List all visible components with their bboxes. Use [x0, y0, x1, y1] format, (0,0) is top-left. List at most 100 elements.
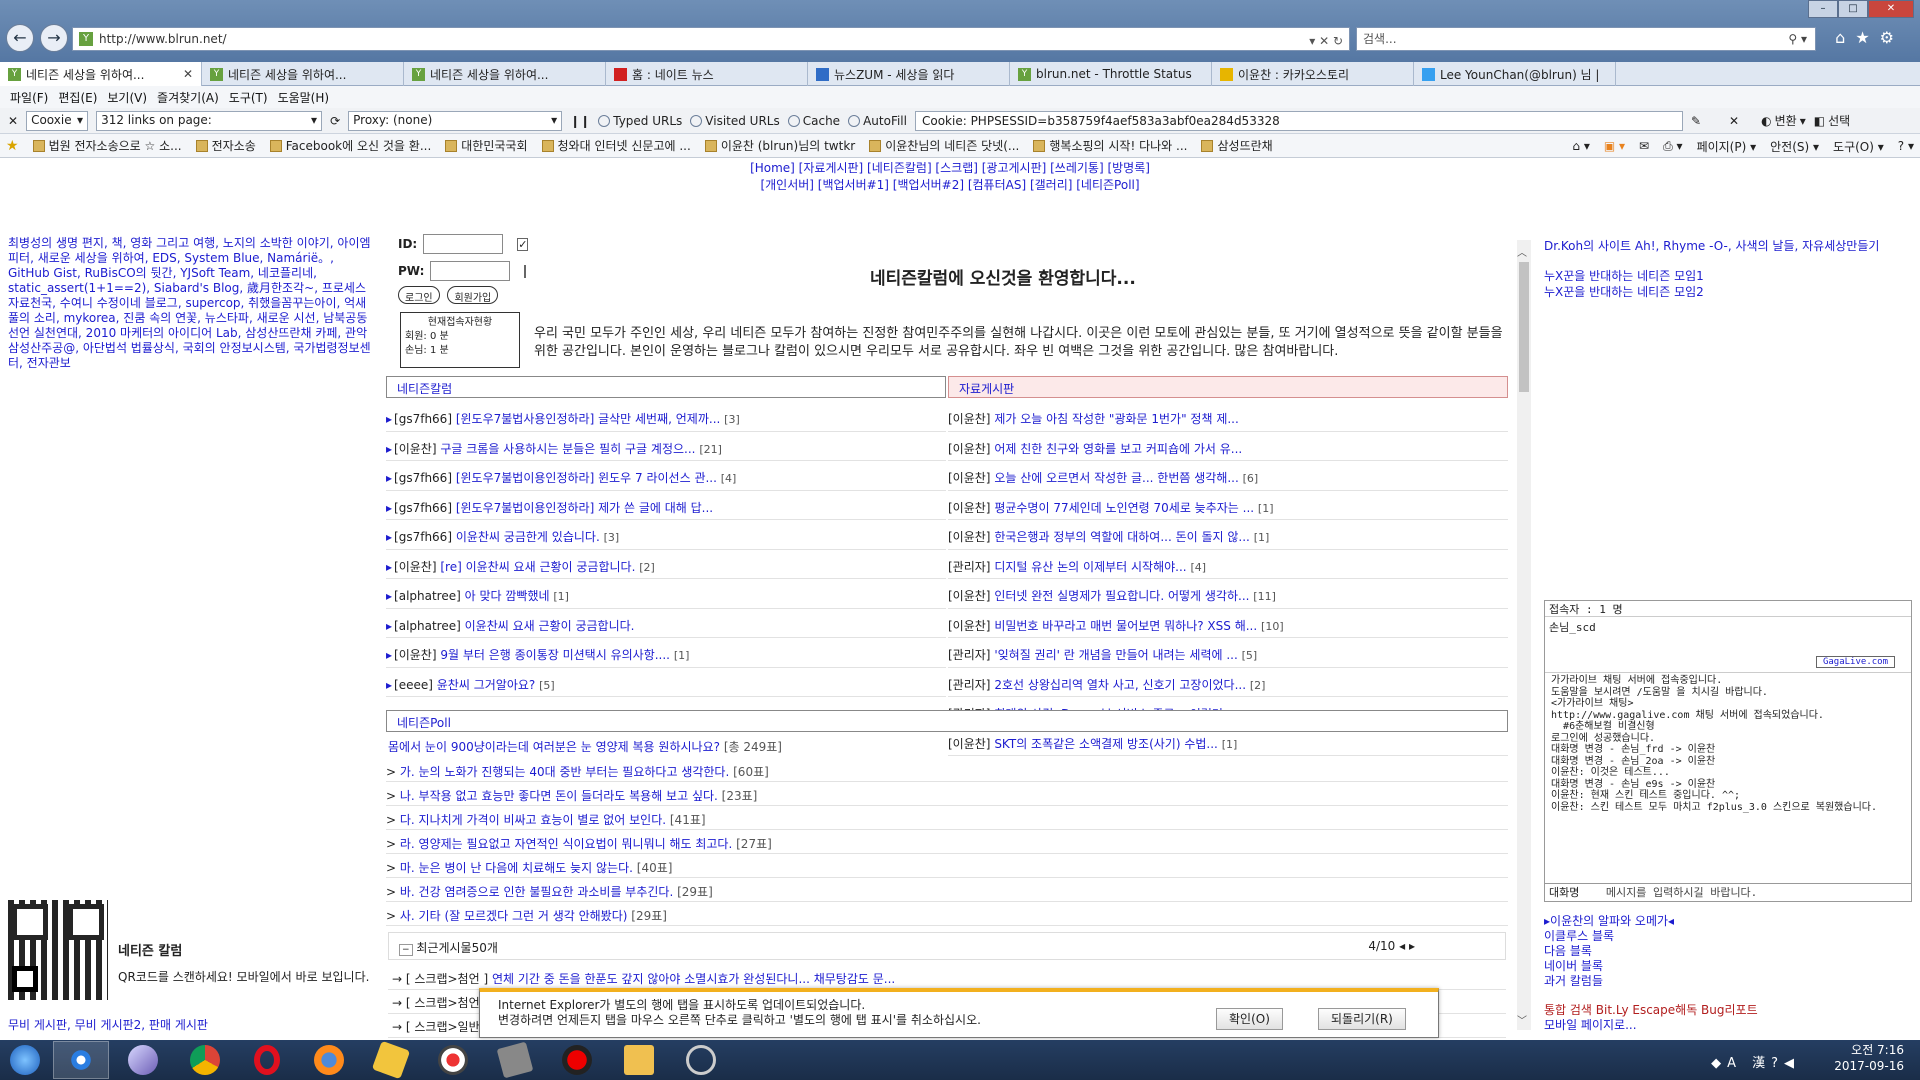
clock[interactable]: 오전 7:16 2017-09-16 — [1834, 1042, 1904, 1074]
list-item[interactable]: ▸ [gs7fh66] [윈도우7불법이용인정하라] 제가 쓴 글에 대해 답..… — [386, 491, 946, 520]
post-title-link[interactable]: 오늘 산에 오르면서 작성한 글... 한번쯤 생각해... — [994, 471, 1239, 485]
poll-option-text[interactable]: 바. 건강 염려증으로 인한 불필요한 과소비를 부추긴다. — [400, 885, 673, 899]
poll-option-text[interactable]: 라. 영양제는 필요없고 자연적인 식이요법이 뭐니뭐니 해도 최고다. — [400, 837, 732, 851]
taskbar-opera[interactable] — [239, 1041, 295, 1079]
blog-links[interactable]: 최병성의 생명 편지, 책, 영화 그리고 여행, 노지의 소박한 이야기, 아… — [8, 236, 372, 371]
command-menu[interactable]: 도구(O) ▾ — [1833, 138, 1884, 155]
mail-icon[interactable]: ✉ — [1639, 139, 1649, 153]
ime-indicator[interactable]: A 漢 — [1727, 1056, 1771, 1071]
search-icon[interactable]: ⚲ ▾ — [1788, 28, 1807, 50]
home-command-icon[interactable]: ⌂ ▾ — [1572, 139, 1589, 153]
list-item[interactable]: ▸ [gs7fh66] [윈도우7불법사용인정하라] 글삭만 세번째, 언제까..… — [386, 402, 946, 432]
browser-tab[interactable]: Y 네티즌 세상을 위하여... — [202, 62, 404, 86]
cache-button[interactable]: Cache — [787, 114, 840, 128]
favorite-link[interactable]: 청와대 인터넷 신문고에 ... — [541, 137, 691, 154]
list-item[interactable]: ▸ [eeee] 윤찬씨 그거알아요? [5] — [386, 668, 946, 697]
minimize-button[interactable]: – — [1808, 0, 1838, 18]
taskbar-app-7[interactable] — [425, 1041, 481, 1079]
taskbar-explorer[interactable] — [611, 1041, 667, 1079]
login-button[interactable]: 로그인 — [398, 286, 440, 304]
autofill-button[interactable]: AutoFill — [848, 114, 907, 128]
chat-nickname-label[interactable]: 대화명 — [1549, 886, 1579, 899]
translate-button[interactable]: ◐ 변환 ▾ — [1761, 112, 1806, 129]
post-title-link[interactable]: [윈도우7불법이용인정하라] 윈도우 7 라이선스 관... — [456, 471, 717, 485]
scroll-up-arrow-icon[interactable]: ︿ — [1517, 244, 1527, 259]
volume-icon[interactable]: ◀ — [1784, 1056, 1800, 1071]
list-item[interactable]: [이윤찬] 제가 오늘 아침 작성한 "광화문 1번가" 정책 제... — [948, 402, 1508, 432]
home-favorites-settings-icons[interactable]: ⌂★⚙ — [1835, 28, 1904, 47]
chat-input-row[interactable]: 대화명 메시지를 입력하시길 바랍니다. — [1545, 883, 1911, 899]
group2-link[interactable]: 누X꾼을 반대하는 네티즌 모임2 — [1544, 284, 1920, 300]
column-section-header[interactable]: 네티즌칼럼 — [386, 376, 946, 398]
browser-tab[interactable]: Lee YounChan(@blrun) 님 | — [1414, 62, 1616, 86]
browser-tab[interactable]: Y 네티즌 세상을 위하여... — [404, 62, 606, 86]
list-item[interactable]: [관리자] 2호선 상왕십리역 열차 사고, 신호기 고장이었다... [2] — [948, 668, 1508, 697]
daum-blog-link[interactable]: 다음 블록 — [1544, 944, 1920, 959]
post-title-link[interactable]: 이윤찬씨 요새 근황이 궁금합니다. — [465, 619, 635, 633]
favorite-link[interactable]: 이윤찬 (blrun)님의 twtkr — [704, 137, 855, 154]
back-button[interactable]: ← — [6, 24, 34, 52]
menu-item[interactable]: 즐겨찾기(A) — [155, 86, 227, 108]
forward-button[interactable]: → — [40, 24, 68, 52]
post-title-link[interactable]: 이윤찬씨 궁금한게 있습니다. — [456, 530, 600, 544]
list-item[interactable]: [관리자] 디지털 유산 논의 이제부터 시작해야... [4] — [948, 550, 1508, 579]
taskbar-chrome[interactable] — [177, 1041, 233, 1079]
favorite-link[interactable]: 삼성뜨란채 — [1201, 137, 1273, 154]
scrollbar-thumb[interactable] — [1519, 262, 1529, 392]
post-title-link[interactable]: 윤찬씨 그거알아요? — [437, 678, 536, 692]
visited-urls-button[interactable]: Visited URLs — [690, 114, 780, 128]
chat-input-field[interactable]: 메시지를 입력하시길 바랍니다. — [1606, 886, 1757, 899]
menu-item[interactable]: 보기(V) — [105, 86, 155, 108]
mobile-page-link[interactable]: 모바일 페이지로... — [1544, 1018, 1920, 1033]
egloos-blog-link[interactable]: 이클루스 블록 — [1544, 929, 1920, 944]
menu-item[interactable]: 파일(F) — [8, 86, 56, 108]
post-title-link[interactable]: 제가 오늘 아침 작성한 "광화문 1번가" 정책 제... — [994, 412, 1239, 426]
recent-title-link[interactable]: 연체 기간 중 돈을 한푼도 갚지 않아야 소멸시효가 완성된다니... 채무탕… — [492, 972, 895, 986]
close-toolbar-icon[interactable]: ✕ — [8, 114, 18, 128]
list-item[interactable]: ▸ [alphatree] 아 맞다 깜빡했네 [1] — [386, 579, 946, 609]
nav-line-1[interactable]: [Home] [자료게시판] [네티즌칼럼] [스크랩] [광고게시판] [쓰레… — [0, 160, 1900, 177]
post-title-link[interactable]: 구글 크롬을 사용하시는 분들은 필히 구글 계정으... — [440, 442, 695, 456]
list-item[interactable]: [이윤찬] 인터넷 완전 실명제가 필요합니다. 어떻게 생각하... [11] — [948, 579, 1508, 609]
list-item[interactable]: ▸ [gs7fh66] 이윤찬씨 궁금한게 있습니다. [3] — [386, 520, 946, 550]
help-menu-icon[interactable]: ? ▾ — [1898, 139, 1914, 153]
post-title-link[interactable]: 디지털 유산 논의 이제부터 시작해야... — [994, 560, 1186, 574]
list-item[interactable]: ▸ [alphatree] 이윤찬씨 요새 근황이 궁금합니다. — [386, 609, 946, 638]
proxy-dropdown[interactable]: Proxy: (none) — [348, 110, 563, 131]
alpha-omega-link[interactable]: ▸이윤찬의 알파와 오메가◂ — [1544, 914, 1920, 929]
help-icon[interactable]: ? — [1771, 1056, 1784, 1071]
list-item[interactable]: [이윤찬] 어제 친한 친구와 영화를 보고 커피숍에 가서 유... — [948, 432, 1508, 461]
browser-tab[interactable]: Y 네티즌 세상을 위하여... ✕ — [0, 62, 202, 86]
command-menu[interactable]: 안전(S) ▾ — [1770, 138, 1819, 155]
collapse-icon[interactable]: − — [399, 944, 413, 956]
post-title-link[interactable]: 비밀번호 바꾸라고 매번 물어보면 뭐하나? XSS 해... — [994, 619, 1257, 633]
taskbar-firefox[interactable] — [301, 1041, 357, 1079]
gagalive-link[interactable]: GagaLive.com — [1815, 656, 1895, 668]
list-item[interactable]: [관리자] '잊혀질 권리' 란 개념을 만들어 내려는 세력에 ... [5] — [948, 638, 1508, 668]
search-bug-links[interactable]: 통합 검색 Bit.Ly Escape해독 Bug리포트 — [1544, 1003, 1920, 1018]
close-tab-icon[interactable]: ✕ — [183, 67, 193, 81]
system-tray[interactable]: ◆A 漢?◀ — [1711, 1052, 1800, 1071]
poll-option[interactable]: > 다. 지나치게 가격이 비싸고 효능이 별로 없어 보인다. [41표] — [386, 806, 1508, 830]
close-cookie-icon[interactable]: ✕ — [1729, 114, 1739, 128]
menu-item[interactable]: 도움말(H) — [276, 86, 338, 108]
taskbar-app-2[interactable] — [115, 1041, 171, 1079]
favorite-link[interactable]: 법원 전자소송으로 ☆ 소... — [32, 137, 182, 154]
naver-blog-link[interactable]: 네이버 블록 — [1544, 959, 1920, 974]
post-title-link[interactable]: 2호선 상왕십리역 열차 사고, 신호기 고장이었다... — [994, 678, 1246, 692]
post-title-link[interactable]: 인터넷 완전 실명제가 필요합니다. 어떻게 생각하... — [994, 589, 1249, 603]
favorite-link[interactable]: Facebook에 오신 것을 환... — [269, 137, 431, 154]
chat-user[interactable]: 손님_scd — [1549, 621, 1596, 634]
network-icon[interactable]: ◆ — [1711, 1056, 1727, 1071]
poll-option[interactable]: > 가. 눈의 노화가 진행되는 40대 중반 부터는 필요하다고 생각한다. … — [386, 758, 1508, 782]
favorites-star-icon[interactable]: ★ — [6, 138, 19, 154]
refresh-links-icon[interactable]: ⟳ — [330, 114, 340, 128]
favorite-link[interactable]: 행복소핑의 시작! 다나와 ... — [1033, 137, 1187, 154]
post-title-link[interactable]: 한국은행과 정부의 역할에 대하여... 돈이 돌지 않... — [994, 530, 1250, 544]
favorite-link[interactable]: 이윤찬님의 네티즌 닷넷(... — [869, 137, 1019, 154]
poll-option-text[interactable]: 나. 부작용 없고 효능만 좋다면 돈이 들더라도 복용해 보고 싶다. — [400, 789, 718, 803]
poll-section-header[interactable]: 네티즌Poll — [386, 710, 1508, 732]
list-item[interactable]: ▸ [이윤찬] 구글 크롬을 사용하시는 분들은 필히 구글 계정으... [21… — [386, 432, 946, 461]
address-bar[interactable]: Y http://www.blrun.net/ ▾ ✕ ↻ — [72, 27, 1350, 51]
pw-input[interactable] — [430, 261, 511, 281]
